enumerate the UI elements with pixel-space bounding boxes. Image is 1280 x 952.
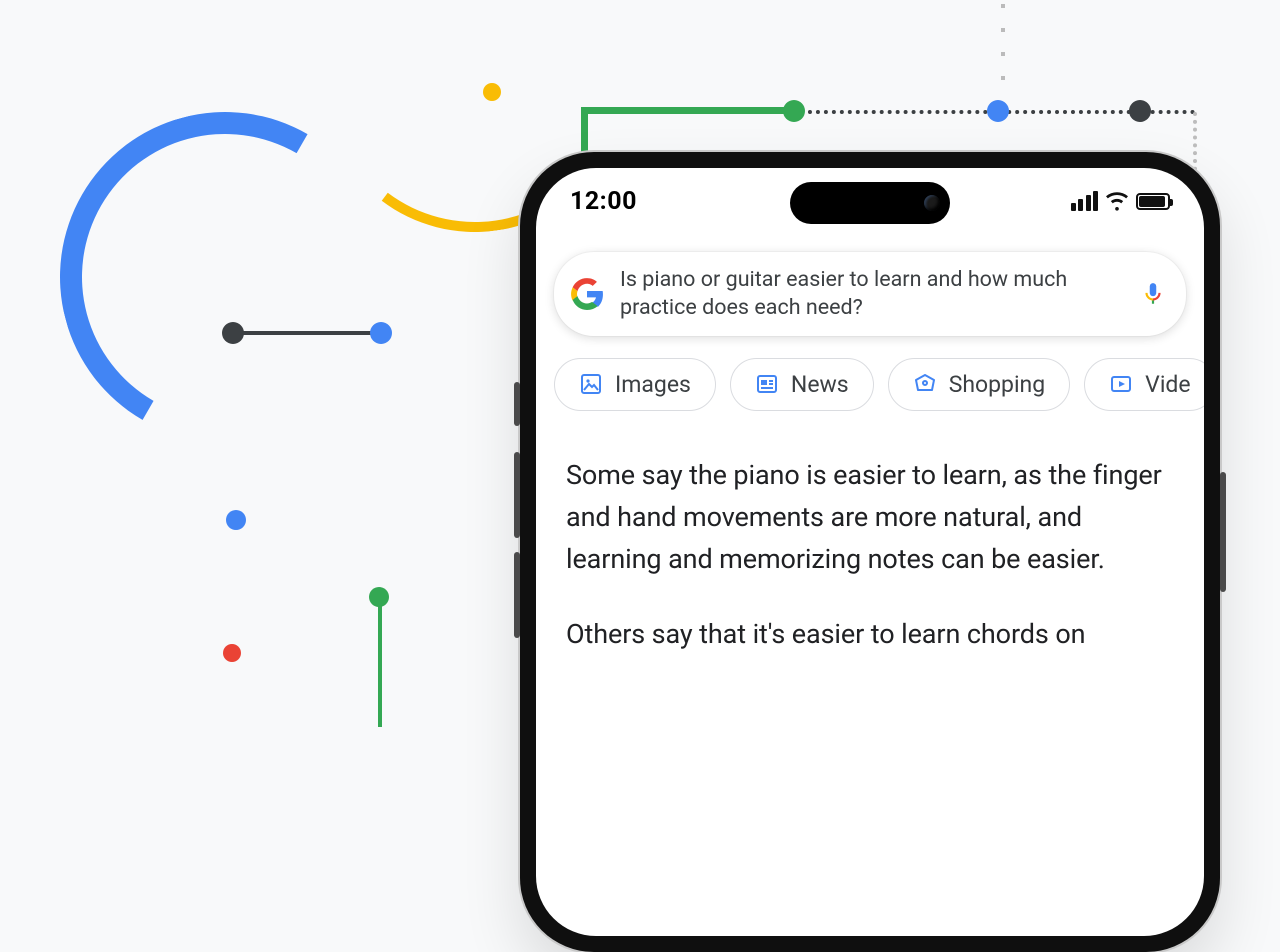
yellow-dot <box>483 83 501 101</box>
chip-shopping[interactable]: Shopping <box>888 358 1070 411</box>
green-connector <box>378 597 382 727</box>
mic-icon[interactable] <box>1140 281 1166 307</box>
blue-dot <box>226 510 246 530</box>
chip-label: Images <box>615 371 691 398</box>
chip-label: Vide <box>1145 371 1190 398</box>
red-dot <box>223 644 241 662</box>
phone-frame: 12:00 Is piano or guitar easier to learn… <box>520 152 1220 952</box>
phone-side-button <box>514 452 520 538</box>
phone-screen: 12:00 Is piano or guitar easier to learn… <box>536 168 1204 936</box>
images-icon <box>579 372 603 396</box>
chip-label: News <box>791 371 849 398</box>
chip-news[interactable]: News <box>730 358 874 411</box>
clock: 12:00 <box>570 187 637 216</box>
dynamic-island <box>790 182 950 224</box>
chip-videos[interactable]: Vide <box>1084 358 1204 411</box>
news-icon <box>755 372 779 396</box>
cellular-signal-icon <box>1071 191 1099 211</box>
phone-side-button <box>514 552 520 638</box>
search-bar[interactable]: Is piano or guitar easier to learn and h… <box>554 252 1186 336</box>
status-indicators <box>1071 190 1171 212</box>
segment-line <box>232 331 380 335</box>
search-query[interactable]: Is piano or guitar easier to learn and h… <box>620 266 1124 322</box>
green-dot <box>369 587 389 607</box>
rail-green-dot <box>783 100 805 122</box>
top-rail-green <box>581 107 793 114</box>
search-result-snippet: Some say the piano is easier to learn, a… <box>536 411 1204 656</box>
result-paragraph: Some say the piano is easier to learn, a… <box>566 455 1174 581</box>
phone-side-button <box>1220 472 1226 592</box>
rail-blue-dot <box>987 100 1009 122</box>
segment-black-dot <box>222 322 244 344</box>
shopping-icon <box>913 372 937 396</box>
chip-label: Shopping <box>949 371 1045 398</box>
front-camera <box>924 195 940 211</box>
search-filter-chips: Images News Shopping Vide <box>536 336 1204 411</box>
video-icon <box>1109 372 1133 396</box>
battery-icon <box>1136 193 1170 210</box>
status-bar: 12:00 <box>536 168 1204 234</box>
phone-side-button <box>514 382 520 426</box>
wifi-icon <box>1106 190 1128 212</box>
segment-blue-dot <box>370 322 392 344</box>
google-logo-icon <box>570 277 604 311</box>
rail-black-dot <box>1129 100 1151 122</box>
chip-images[interactable]: Images <box>554 358 716 411</box>
result-paragraph: Others say that it's easier to learn cho… <box>566 614 1174 656</box>
